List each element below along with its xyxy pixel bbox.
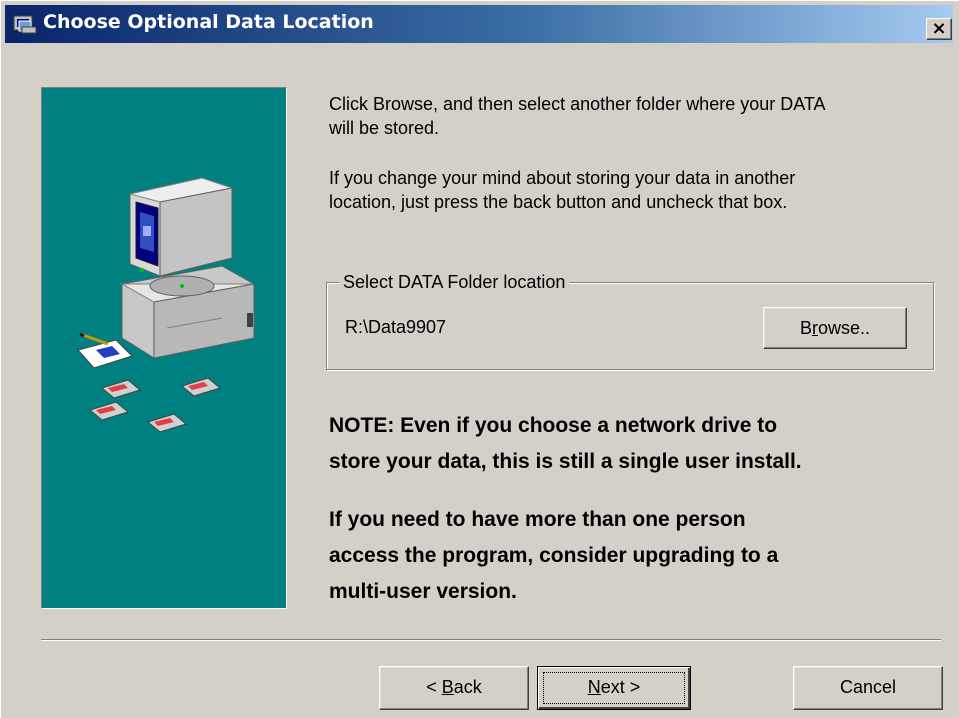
data-folder-path: R:\Data9907: [345, 317, 447, 337]
data-folder-group-label: Select DATA Folder location: [339, 271, 570, 293]
close-button[interactable]: ×: [926, 18, 952, 40]
note-line-2: store your data, this is still a single …: [329, 450, 802, 473]
note-line-4: access the program, consider upgrading t…: [329, 544, 779, 567]
title-bar[interactable]: Choose Optional Data Location ×: [5, 5, 953, 43]
computer-with-disks-illustration: [77, 177, 255, 433]
floppy-disk-3: [180, 377, 222, 397]
cancel-button[interactable]: Cancel: [793, 666, 943, 710]
floppy-disk-2: [88, 401, 130, 421]
floppy-disk-1: [100, 379, 142, 399]
setup-icon: [13, 15, 37, 34]
note-line-5: multi-user version.: [329, 580, 517, 603]
wizard-illustration-panel: [41, 87, 287, 609]
instruction-line-1: Click Browse, and then select another fo…: [329, 94, 826, 114]
back-accelerator: B: [441, 677, 454, 697]
note-line-3: If you need to have more than one person: [329, 508, 746, 531]
note-line-1: NOTE: Even if you choose a network drive…: [329, 414, 778, 437]
close-icon: ×: [931, 18, 947, 39]
setup-dialog: Choose Optional Data Location × Click Br…: [0, 0, 959, 718]
instruction-line-3: If you change your mind about storing yo…: [329, 168, 796, 188]
focus-rectangle: [543, 672, 685, 704]
instruction-line-4: location, just press the back button and…: [329, 192, 788, 212]
browse-button[interactable]: Browse..: [763, 307, 907, 349]
back-button[interactable]: < Back: [379, 666, 529, 710]
button-separator: [41, 639, 941, 641]
instruction-line-2: will be stored.: [329, 118, 440, 138]
floppy-disk-4: [146, 413, 188, 433]
next-button[interactable]: Next >: [537, 666, 691, 710]
window-title: Choose Optional Data Location: [43, 11, 374, 33]
